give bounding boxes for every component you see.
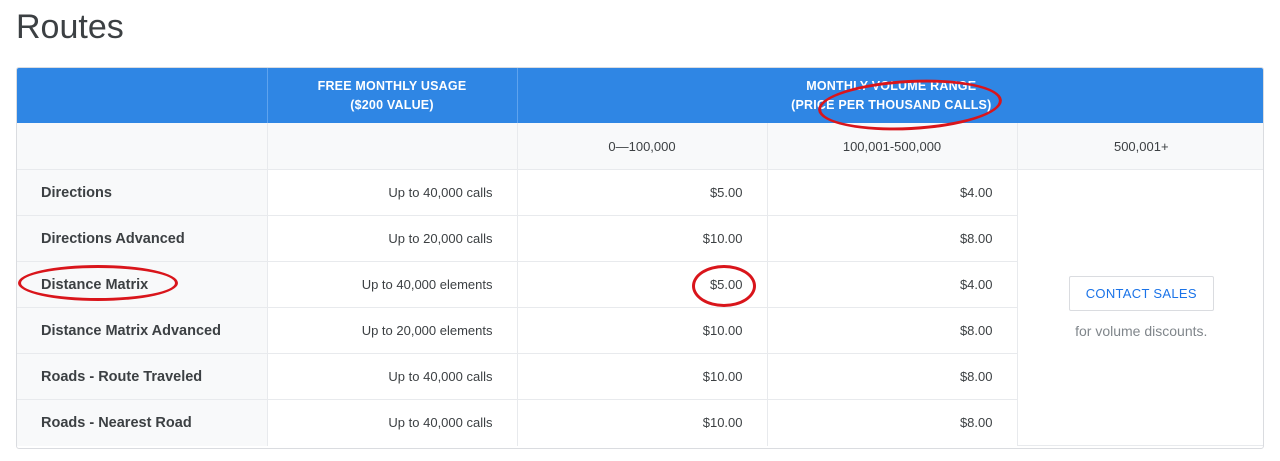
header-volume-range: MONTHLY VOLUME RANGE (PRICE PER THOUSAND…: [517, 68, 1263, 123]
tier2-price: $4.00: [767, 169, 1018, 216]
pricing-table: FREE MONTHLY USAGE ($200 VALUE) MONTHLY …: [17, 68, 1263, 446]
tier2-price: $8.00: [767, 215, 1018, 262]
free-usage-value: Up to 20,000 elements: [267, 307, 518, 354]
header-free-usage-value: ($200 VALUE): [350, 97, 434, 112]
tier2-price: $8.00: [767, 399, 1018, 446]
service-name: Distance Matrix Advanced: [17, 307, 268, 354]
contact-sales-cell: CONTACT SALES for volume discounts.: [1017, 169, 1263, 446]
header-free-usage-title: FREE MONTHLY USAGE: [317, 78, 467, 93]
tier1-price: $10.00: [517, 307, 768, 354]
service-name: Roads - Route Traveled: [17, 353, 268, 400]
free-usage-value: Up to 20,000 calls: [267, 215, 518, 262]
page: Routes FREE MONTHLY USAGE ($200 VALUE) M…: [0, 0, 1280, 461]
tier1-price: $5.00: [517, 169, 768, 216]
tier2-price: $8.00: [767, 353, 1018, 400]
tier-label-3: 500,001+: [1017, 123, 1263, 170]
tier-header-row: 0—100,000 100,001-500,000 500,001+: [17, 123, 1263, 170]
tier1-price: $5.00: [517, 261, 768, 308]
contact-sales-button[interactable]: CONTACT SALES: [1068, 276, 1214, 311]
header-empty-cell: [17, 68, 268, 123]
pricing-table-container: FREE MONTHLY USAGE ($200 VALUE) MONTHLY …: [16, 67, 1264, 449]
free-usage-value: Up to 40,000 calls: [267, 399, 518, 446]
tier-label-2: 100,001-500,000: [767, 123, 1018, 170]
free-usage-value: Up to 40,000 elements: [267, 261, 518, 308]
header-volume-range-unit: (PRICE PER THOUSAND CALLS): [791, 97, 992, 112]
table-header-row: FREE MONTHLY USAGE ($200 VALUE) MONTHLY …: [17, 68, 1263, 123]
tier-empty-cell: [267, 123, 518, 170]
tier-label-1: 0—100,000: [517, 123, 768, 170]
service-name: Directions: [17, 169, 268, 216]
contact-sales-note: for volume discounts.: [1075, 323, 1208, 339]
header-free-usage: FREE MONTHLY USAGE ($200 VALUE): [267, 68, 518, 123]
free-usage-value: Up to 40,000 calls: [267, 353, 518, 400]
tier2-price: $4.00: [767, 261, 1018, 308]
tier1-price: $10.00: [517, 353, 768, 400]
service-name: Distance Matrix: [17, 261, 268, 308]
service-name: Roads - Nearest Road: [17, 399, 268, 446]
tier2-price: $8.00: [767, 307, 1018, 354]
free-usage-value: Up to 40,000 calls: [267, 169, 518, 216]
table-row: Directions Up to 40,000 calls $5.00 $4.0…: [17, 169, 1263, 446]
tier-empty-cell: [17, 123, 268, 170]
header-volume-range-title: MONTHLY VOLUME RANGE: [806, 78, 977, 93]
service-name: Directions Advanced: [17, 215, 268, 262]
page-title: Routes: [16, 8, 124, 46]
tier1-price: $10.00: [517, 215, 768, 262]
tier1-price: $10.00: [517, 399, 768, 446]
